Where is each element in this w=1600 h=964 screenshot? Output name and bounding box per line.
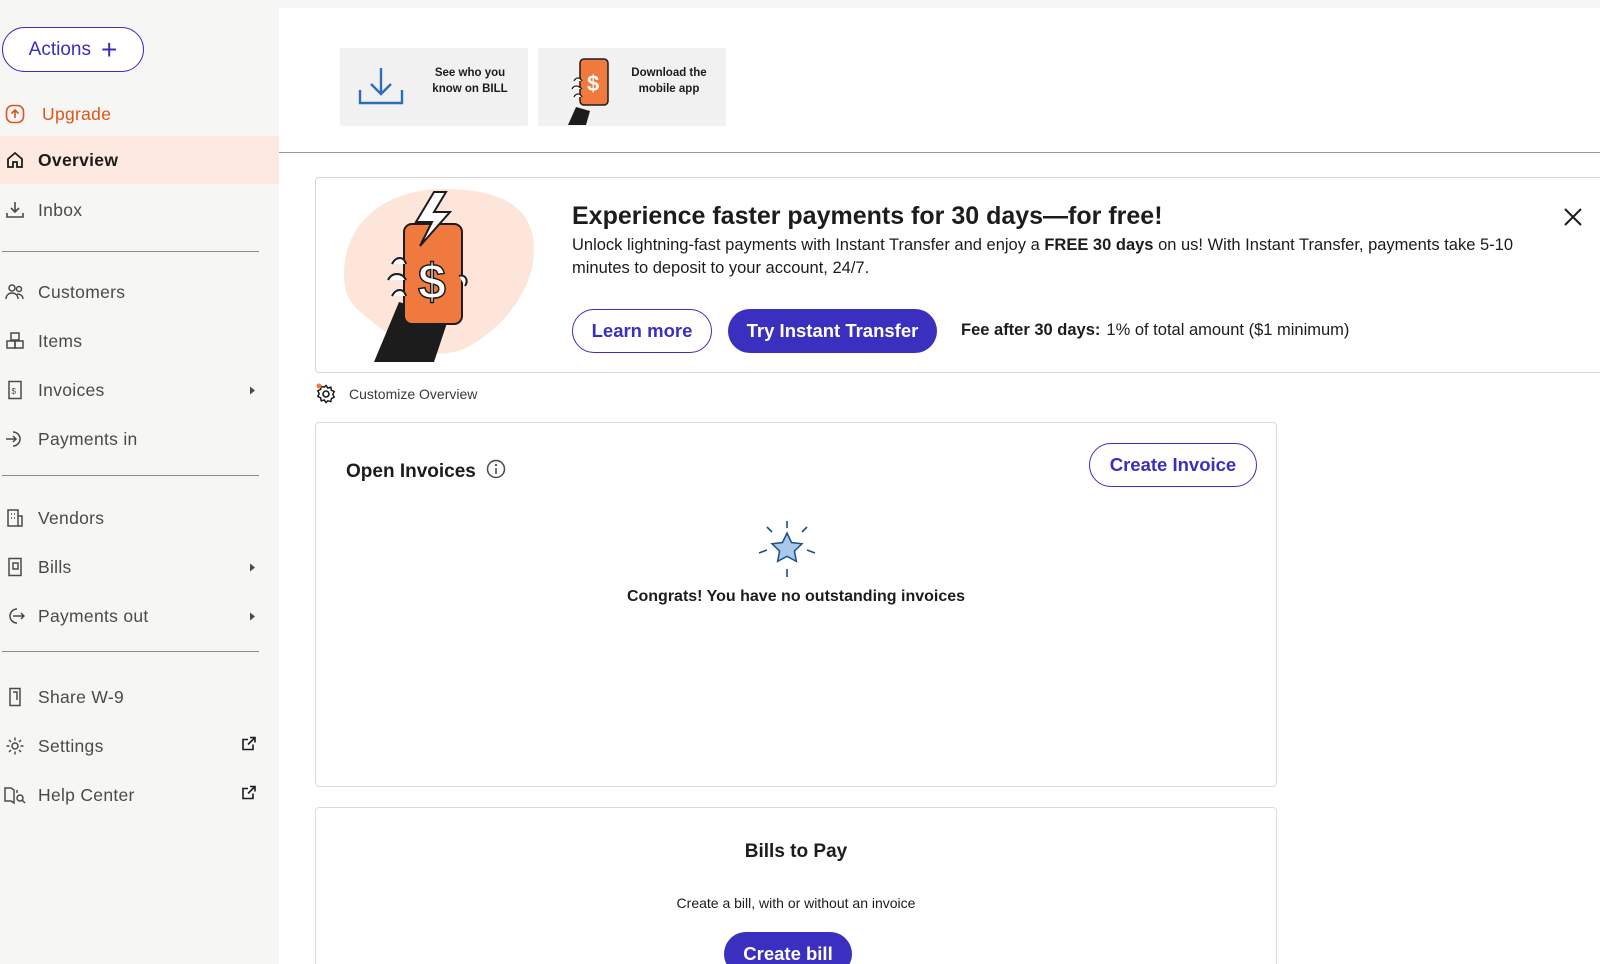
sidebar-item-overview[interactable]: Overview [0,136,279,184]
sidebar-item-upgrade[interactable]: Upgrade [0,90,279,138]
fee-info: Fee after 30 days: 1% of total amount ($1… [961,321,1349,340]
customize-label: Customize Overview [349,386,478,402]
empty-invoices-message: Congrats! You have no outstanding invoic… [626,588,966,605]
learn-more-button[interactable]: Learn more [572,309,712,353]
boxes-icon [4,330,26,352]
try-instant-transfer-button[interactable]: Try Instant Transfer [728,309,937,353]
download-arrow-icon [358,66,404,111]
gear-icon [4,735,26,757]
external-link-icon [241,736,257,757]
open-invoices-card: Open Invoices Create Invoice Congrats! Y… [315,422,1277,787]
open-invoices-header: Open Invoices [346,459,506,485]
sidebar-item-customers[interactable]: Customers [0,268,279,316]
invoice-icon: $ [4,379,26,401]
sidebar-item-items[interactable]: Items [0,317,279,365]
phone-hand-icon: $ [566,57,616,132]
sidebar-item-share-w9[interactable]: Share W-9 [0,673,279,721]
svg-text:$: $ [587,71,599,96]
sidebar-item-label: Share W-9 [38,686,125,707]
sidebar-item-payments-out[interactable]: Payments out [0,592,279,640]
sidebar-item-payments-in[interactable]: Payments in [0,415,279,463]
customize-overview-link[interactable]: Customize Overview [315,383,477,405]
sidebar-item-label: Items [38,330,83,351]
sidebar-item-label: Vendors [38,507,105,528]
promo-desc-part: Unlock lightning-fast payments with Inst… [572,236,1045,254]
promo-desc-bold: FREE 30 days [1044,236,1154,254]
sidebar-item-label: Invoices [38,379,105,400]
sidebar-item-label: Inbox [38,199,83,220]
sidebar-item-help-center[interactable]: Help Center [0,771,279,819]
sidebar-item-label: Help Center [38,784,135,805]
people-icon [4,281,26,303]
main-content: See who you know on BILL $ Download the … [279,8,1600,964]
close-icon[interactable] [1562,206,1584,228]
bills-subtext: Create a bill, with or without an invoic… [676,895,916,911]
sidebar-item-settings[interactable]: Settings [0,722,279,770]
external-link-icon [241,785,257,806]
sidebar-item-label: Overview [38,149,119,170]
chevron-right-icon [247,380,257,401]
payments-in-icon [4,428,26,450]
fee-label: Fee after 30 days: [961,321,1101,339]
actions-label: Actions [28,38,91,60]
chevron-right-icon [247,606,257,627]
home-icon [4,149,26,171]
instant-transfer-promo: $ Experience faster payments for 30 days… [315,177,1600,373]
inbox-download-icon [4,199,26,221]
bills-to-pay-card: Bills to Pay Create a bill, with or with… [315,807,1277,964]
sidebar: Actions + Upgrade Overview Inbox Custome… [0,0,279,964]
divider [2,651,259,652]
upgrade-icon [4,103,26,125]
info-icon[interactable] [486,459,506,485]
help-book-icon [4,784,26,806]
sidebar-item-label: Payments out [38,605,149,626]
payments-out-icon [4,605,26,627]
bill-icon [4,556,26,578]
sidebar-item-label: Settings [38,735,104,756]
card-title: Open Invoices [346,461,476,482]
sidebar-item-inbox[interactable]: Inbox [0,186,279,234]
chevron-right-icon [247,557,257,578]
divider [2,251,259,252]
sidebar-item-label: Upgrade [42,103,112,124]
promo-title: Experience faster payments for 30 days—f… [572,202,1163,230]
sidebar-item-label: Customers [38,281,126,302]
sidebar-item-label: Bills [38,556,72,577]
download-app-text: Download the mobile app [631,67,707,95]
sidebar-item-bills[interactable]: Bills [0,543,279,591]
actions-button[interactable]: Actions + [2,27,144,72]
sidebar-item-vendors[interactable]: Vendors [0,494,279,542]
sidebar-item-invoices[interactable]: $ Invoices [0,366,279,414]
fee-value: 1% of total amount ($1 minimum) [1106,321,1350,339]
phone-lightning-illustration: $ [334,184,534,369]
plus-icon: + [100,33,118,65]
star-icon [757,519,817,584]
gear-icon [315,383,337,405]
card-title: Bills to Pay [744,841,848,862]
svg-text:$: $ [12,387,17,396]
create-invoice-button[interactable]: Create Invoice [1089,443,1257,487]
promo-description: Unlock lightning-fast payments with Inst… [572,234,1562,280]
create-bill-button[interactable]: Create bill [724,932,852,964]
share-doc-icon [4,686,26,708]
quick-links-strip: See who you know on BILL $ Download the … [279,8,1600,153]
building-icon [4,507,26,529]
download-app-tile[interactable]: $ Download the mobile app [538,48,726,126]
divider [2,475,259,476]
svg-text:$: $ [418,254,446,310]
see-who-text: See who you know on BILL [432,67,508,95]
sidebar-item-label: Payments in [38,428,138,449]
see-who-tile[interactable]: See who you know on BILL [340,48,528,126]
